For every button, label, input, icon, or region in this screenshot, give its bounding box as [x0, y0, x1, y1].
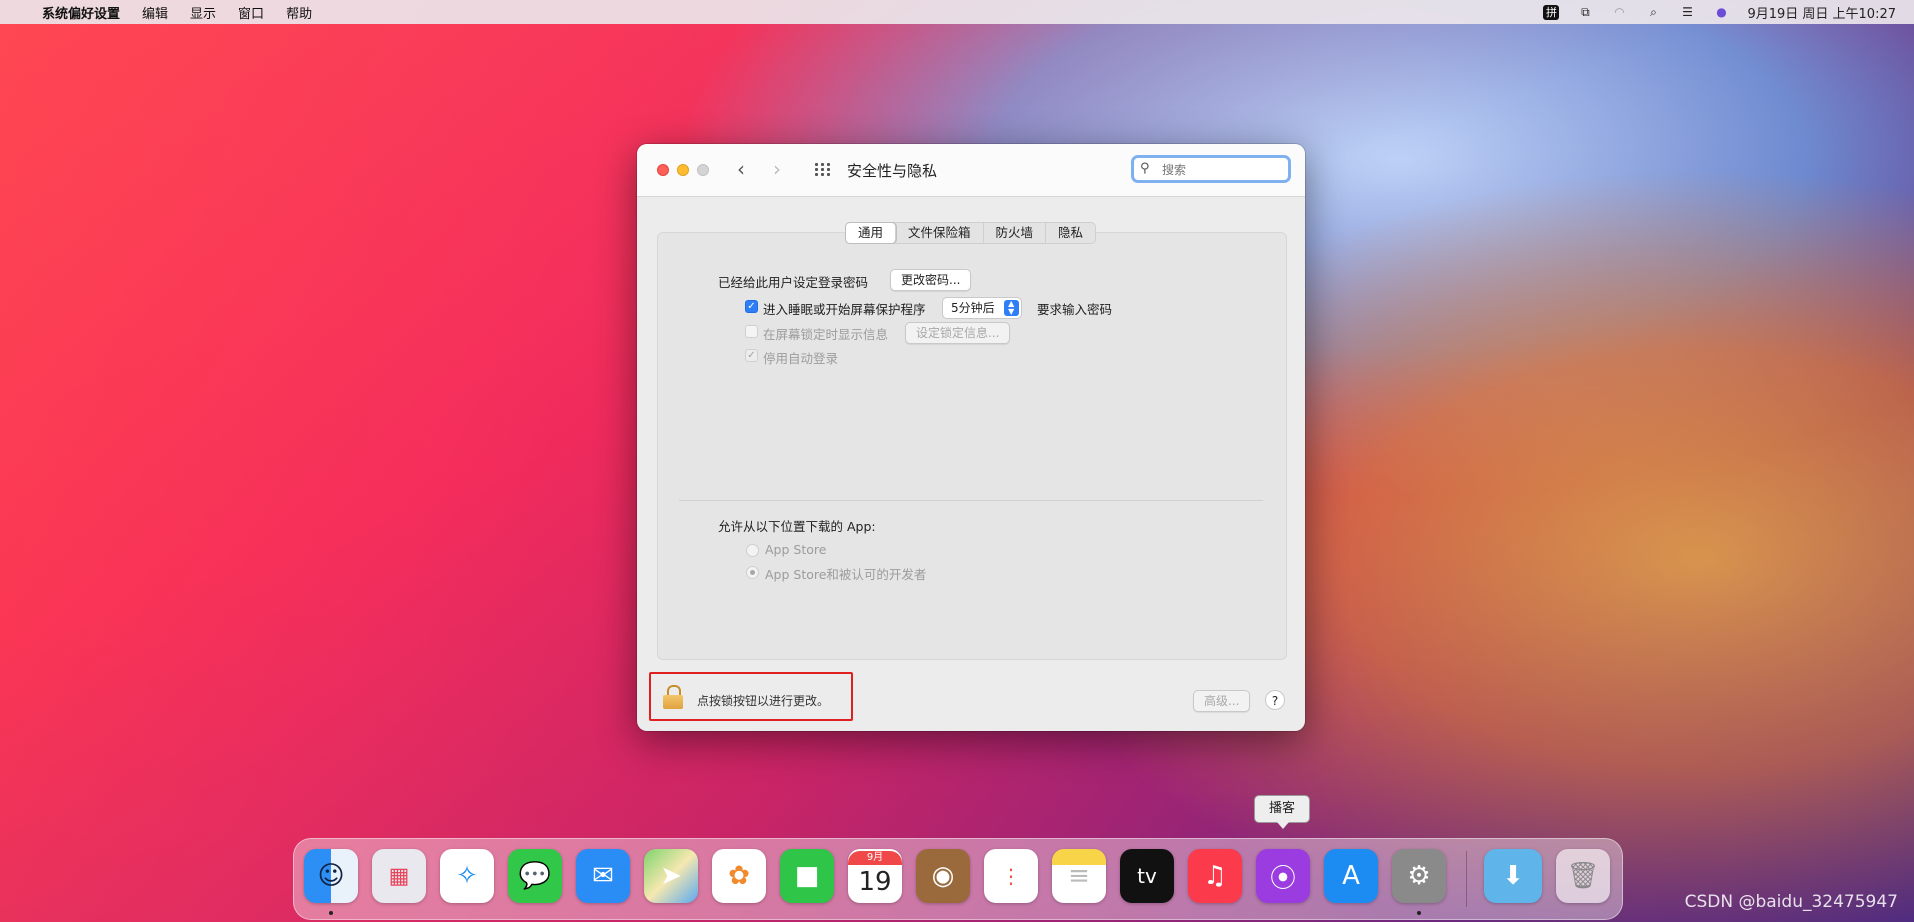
advanced-button[interactable]: 高级... [1193, 690, 1251, 712]
trash-icon[interactable]: 🗑 [1556, 849, 1610, 903]
tab-firewall[interactable]: 防火墙 [984, 223, 1047, 243]
tab-filevault[interactable]: 文件保险箱 [896, 223, 984, 243]
podcasts-icon[interactable]: ⦿ [1256, 849, 1310, 903]
show-message-checkbox[interactable] [745, 325, 758, 338]
safari-icon[interactable]: ✧ [440, 849, 494, 903]
apple-tv-label: tv [1137, 864, 1157, 888]
downloads-folder-icon[interactable]: ⬇ [1484, 849, 1542, 903]
dock-separator [1466, 851, 1467, 907]
disable-autologin-label: 停用自动登录 [763, 351, 839, 366]
contacts-icon[interactable]: ◉ [916, 849, 970, 903]
control-center-icon[interactable]: ☰ [1679, 5, 1695, 19]
wifi-icon[interactable]: ◠ [1611, 5, 1627, 19]
mail-icon[interactable]: ✉ [576, 849, 630, 903]
messages-icon[interactable]: 💬 [508, 849, 562, 903]
photos-icon[interactable]: ✿ [712, 849, 766, 903]
screen-mirroring-icon[interactable]: ⧉ [1577, 5, 1593, 19]
sleep-label: 进入睡眠或开始屏幕保护程序 [763, 302, 926, 317]
reminders-icon[interactable]: ⋮ [984, 849, 1038, 903]
lock-icon[interactable] [663, 685, 683, 709]
search-field[interactable]: ⚲ [1131, 155, 1291, 183]
menu-app-name[interactable]: 系统偏好设置 [42, 3, 120, 22]
tab-bar: 通用 文件保险箱 防火墙 隐私 [845, 222, 1097, 244]
close-window-icon[interactable] [657, 164, 669, 176]
show-all-grid-icon[interactable] [815, 163, 831, 177]
appstore-radio[interactable] [746, 544, 759, 557]
siri-icon[interactable]: ● [1713, 5, 1729, 19]
back-arrow-icon[interactable]: ‹ [737, 158, 745, 180]
tab-privacy[interactable]: 隐私 [1046, 223, 1095, 243]
dock-tooltip: 播客 [1254, 795, 1310, 829]
apple-tv-icon[interactable]: tv [1120, 849, 1174, 903]
lock-hint-text: 点按锁按钮以进行更改。 [697, 694, 830, 708]
minimize-window-icon[interactable] [677, 164, 689, 176]
launchpad-icon[interactable]: ▦ [372, 849, 426, 903]
allow-apps-label: 允许从以下位置下载的 App: [718, 519, 876, 534]
appstore-dev-radio[interactable] [746, 566, 759, 579]
dock: ☺ ▦ ✧ 💬 ✉ ➤ ✿ ■ 9月 19 ◉ ⋮ ≡ tv ♫ ⦿ A ⚙ ⬇… [293, 838, 1623, 920]
facetime-icon[interactable]: ■ [780, 849, 834, 903]
search-input[interactable] [1160, 160, 1284, 180]
spotlight-search-icon[interactable]: ⌕ [1645, 5, 1661, 19]
finder-icon[interactable]: ☺ [304, 849, 358, 903]
lock-area: 点按锁按钮以进行更改。 [649, 672, 853, 721]
search-icon: ⚲ [1140, 161, 1150, 176]
window-titlebar: ‹ › 安全性与隐私 ⚲ [637, 144, 1305, 197]
input-method-icon[interactable]: 拼 [1543, 4, 1560, 20]
system-preferences-icon[interactable]: ⚙ [1392, 849, 1446, 903]
app-store-icon[interactable]: A [1324, 849, 1378, 903]
require-password-checkbox[interactable]: ✓ [745, 300, 758, 313]
menu-clock[interactable]: 9月19日 周日 上午10:27 [1747, 3, 1896, 22]
appstore-option-label: App Store [765, 542, 827, 557]
help-button[interactable]: ? [1265, 690, 1285, 710]
disable-autologin-checkbox[interactable]: ✓ [745, 349, 758, 362]
security-privacy-window: ‹ › 安全性与隐私 ⚲ 通用 文件保险箱 防火墙 隐私 已经给此用户设定登录密… [637, 144, 1305, 731]
notes-icon[interactable]: ≡ [1052, 849, 1106, 903]
show-message-label: 在屏幕锁定时显示信息 [763, 327, 889, 342]
tab-general[interactable]: 通用 [846, 223, 897, 243]
password-set-label: 已经给此用户设定登录密码 [718, 275, 869, 290]
set-lock-message-button[interactable]: 设定锁定信息... [905, 322, 1011, 344]
calendar-day: 19 [858, 867, 892, 897]
running-indicator [329, 911, 333, 915]
menu-help[interactable]: 帮助 [286, 3, 312, 22]
password-delay-select[interactable]: 5分钟后 ▲ ▼ [942, 297, 1022, 319]
chevron-updown-icon: ▲ ▼ [1003, 300, 1019, 316]
menu-bar: 系统偏好设置 编辑 显示 窗口 帮助 拼 ⧉ ◠ ⌕ ☰ ● 9月19日 周日 … [0, 0, 1914, 24]
running-indicator [1417, 911, 1421, 915]
appstore-dev-option-label: App Store和被认可的开发者 [765, 567, 927, 582]
calendar-icon[interactable]: 9月 19 [848, 849, 902, 903]
password-delay-value: 5分钟后 [951, 301, 995, 315]
watermark: CSDN @baidu_32475947 [1684, 892, 1898, 912]
music-icon[interactable]: ♫ [1188, 849, 1242, 903]
menu-edit[interactable]: 编辑 [142, 3, 168, 22]
change-password-button[interactable]: 更改密码... [890, 269, 972, 291]
calendar-month: 9月 [848, 851, 902, 865]
require-password-label: 要求输入密码 [1037, 302, 1113, 317]
section-divider [679, 500, 1263, 501]
zoom-window-icon[interactable] [697, 164, 709, 176]
maps-icon[interactable]: ➤ [644, 849, 698, 903]
forward-arrow-icon[interactable]: › [773, 158, 781, 180]
menu-view[interactable]: 显示 [190, 3, 216, 22]
menu-window[interactable]: 窗口 [238, 3, 264, 22]
window-title: 安全性与隐私 [847, 162, 938, 180]
